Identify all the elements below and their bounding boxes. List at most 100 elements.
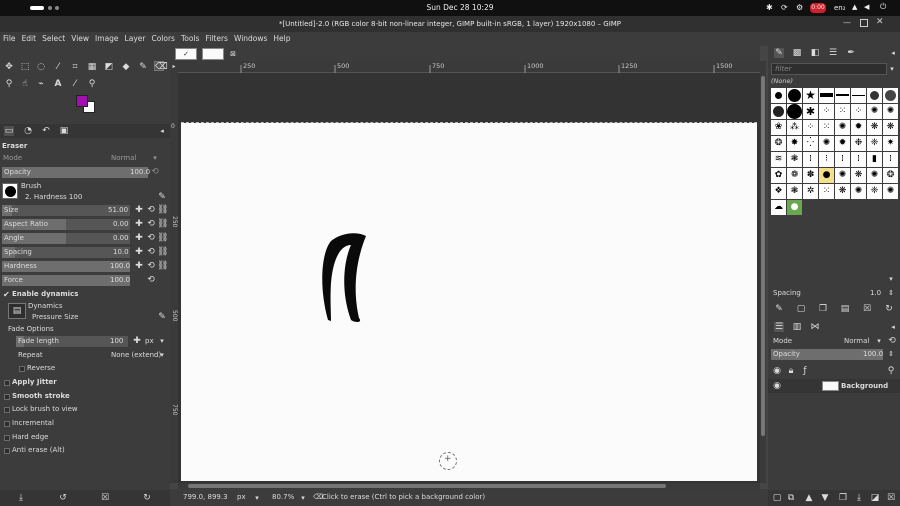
brush-thumb[interactable]: ❁ — [787, 168, 802, 183]
layer-mode-reset-icon[interactable]: ⟲ — [887, 336, 897, 346]
gradients-tab-icon[interactable]: ☰ — [828, 48, 838, 58]
move-tool-icon[interactable]: ✥ — [4, 62, 14, 72]
lock-pixels-icon[interactable]: 🔒︎ — [786, 366, 796, 376]
fade-length-spin-icon[interactable]: ✚ — [132, 336, 142, 346]
maximize-icon[interactable] — [860, 19, 868, 27]
new-layer-icon[interactable]: ▢ — [772, 493, 782, 503]
size-link-icon[interactable]: ⛓ — [157, 205, 168, 215]
layer-opacity-value[interactable]: 100.0 — [863, 349, 883, 360]
aspect-link-icon[interactable]: ⛓ — [157, 219, 168, 229]
dynamics-value[interactable]: Pressure Size — [32, 312, 78, 323]
language-indicator[interactable]: en₂ — [834, 2, 846, 14]
brush-thumb[interactable] — [819, 88, 834, 103]
opacity-value[interactable]: 100.0 — [130, 167, 150, 178]
brush-thumb[interactable]: ❋ — [851, 168, 866, 183]
spacing-value[interactable]: 10.0 — [113, 247, 129, 258]
color-picker-tool-icon[interactable]: ⁄ — [70, 79, 80, 89]
mode-dropdown-icon[interactable]: ▾ — [150, 153, 160, 163]
settings-icon[interactable]: ⚙ — [796, 3, 803, 12]
zoom-select[interactable]: 80.7% — [272, 493, 294, 501]
fonts-tab-icon[interactable]: ◧ — [810, 48, 820, 58]
tool-options-tab-icon[interactable]: ▭ — [4, 126, 14, 136]
close-icon[interactable]: ✕ — [876, 17, 884, 27]
hardness-link-icon[interactable]: ⛓ — [157, 261, 168, 271]
restore-options-icon[interactable]: ↺ — [58, 493, 68, 503]
repeat-value[interactable]: None (extend) — [111, 350, 161, 361]
brush-thumb[interactable]: ✲ — [803, 184, 818, 199]
brush-thumb[interactable]: ❉ — [851, 136, 866, 151]
fade-length-value[interactable]: 100 — [110, 336, 123, 347]
copy-brush-location-icon[interactable]: ▤ — [840, 304, 850, 314]
brush-thumb[interactable]: ✹ — [851, 120, 866, 135]
zoom-dropdown-icon[interactable]: ▾ — [298, 493, 308, 503]
brush-thumb[interactable]: ⁞ — [883, 152, 898, 167]
brushes-dock-menu-icon[interactable]: ◂ — [888, 48, 898, 58]
brush-thumb[interactable]: ✹ — [835, 136, 850, 151]
hardness-spin-icon[interactable]: ✚ — [134, 261, 144, 271]
mode-value[interactable]: Normal — [111, 153, 136, 164]
menu-select[interactable]: Select — [39, 32, 68, 46]
horizontal-ruler[interactable]: 250 500 750 1000 1250 1500 — [178, 61, 760, 73]
aspect-reset-icon[interactable]: ⟲ — [146, 219, 156, 229]
hardness-value[interactable]: 100.0 — [110, 261, 130, 272]
paths-tool-icon[interactable]: ⌁ — [36, 79, 46, 89]
brush-value[interactable]: 2. Hardness 100 — [25, 192, 82, 203]
lock-position-icon[interactable]: ƒ — [800, 366, 810, 376]
hard-edge-label[interactable]: Hard edge — [12, 432, 48, 443]
spacing-link-icon[interactable]: ⛓ — [157, 247, 168, 257]
image-tab-thumbnail-2[interactable] — [202, 48, 224, 60]
brush-thumb[interactable]: ❃ — [787, 184, 802, 199]
menu-file[interactable]: File — [0, 32, 19, 46]
size-spin-icon[interactable]: ✚ — [134, 205, 144, 215]
filter-dropdown-icon[interactable]: ▾ — [887, 64, 897, 74]
smudge-tool-icon[interactable]: ☝ — [20, 79, 30, 89]
reset-options-icon[interactable]: ↻ — [142, 493, 152, 503]
brush-thumb[interactable] — [787, 104, 802, 119]
brush-thumb[interactable] — [771, 88, 786, 103]
unit-dropdown-icon[interactable]: ▾ — [252, 493, 262, 503]
images-tab-icon[interactable]: ▣ — [59, 126, 69, 136]
brush-thumb[interactable] — [883, 88, 898, 103]
brush-thumb[interactable] — [787, 88, 802, 103]
opacity-reset-icon[interactable]: ⟲ — [150, 167, 160, 177]
mypaint-tab-icon[interactable]: ✒ — [846, 48, 856, 58]
brush-thumb[interactable]: ✱ — [803, 104, 818, 119]
patterns-tab-icon[interactable]: ▩ — [792, 48, 802, 58]
menu-layer[interactable]: Layer — [122, 32, 149, 46]
layer-name[interactable]: Background — [841, 381, 888, 392]
menu-image[interactable]: Image — [92, 32, 122, 46]
menu-edit[interactable]: Edit — [19, 32, 40, 46]
delete-brush-icon[interactable]: ☒ — [862, 304, 872, 314]
crop-tool-icon[interactable]: ⌗ — [70, 62, 80, 72]
new-layer-group-icon[interactable]: ⧉ — [786, 493, 796, 503]
brush-thumb[interactable]: ⁝ — [819, 152, 834, 167]
brush-thumb[interactable]: ✽ — [803, 168, 818, 183]
brush-thumb[interactable]: ⁙ — [819, 120, 834, 135]
dynamics-edit-icon[interactable]: ✎ — [157, 312, 167, 322]
brush-thumb[interactable]: ⁞ — [835, 152, 850, 167]
fade-unit-dropdown-icon[interactable]: ▾ — [157, 336, 167, 346]
brush-thumb[interactable]: ✺ — [883, 104, 898, 119]
brush-thumb[interactable]: ❋ — [883, 120, 898, 135]
warp-tool-icon[interactable]: ◩ — [104, 62, 114, 72]
brush-thumb[interactable] — [835, 88, 850, 103]
menu-tools[interactable]: Tools — [178, 32, 202, 46]
brush-thumb[interactable]: ⁞ — [803, 152, 818, 167]
brush-grid-scroll-icon[interactable]: ▾ — [886, 274, 896, 284]
transform-tool-icon[interactable]: ▦ — [87, 62, 97, 72]
aspect-spin-icon[interactable]: ✚ — [134, 219, 144, 229]
enable-dynamics-label[interactable]: Enable dynamics — [12, 289, 78, 300]
lock-visibility-icon[interactable]: ◉ — [772, 366, 782, 376]
layers-dock-menu-icon[interactable]: ◂ — [888, 322, 898, 332]
paths-tab-icon[interactable]: ⋈ — [810, 322, 820, 332]
enable-dynamics-check-icon[interactable]: ✔ — [3, 290, 10, 299]
edit-brush-icon[interactable]: ✎ — [774, 304, 784, 314]
brush-thumb[interactable]: ❂ — [883, 168, 898, 183]
lower-layer-icon[interactable]: ▼ — [820, 493, 830, 503]
brush-thumb[interactable]: ⁘ — [819, 104, 834, 119]
reverse-checkbox[interactable] — [19, 366, 25, 372]
lock-brush-label[interactable]: Lock brush to view — [12, 404, 78, 415]
menu-windows[interactable]: Windows — [231, 32, 270, 46]
brush-preview[interactable] — [2, 183, 18, 199]
brush-thumb[interactable]: ✺ — [851, 184, 866, 199]
